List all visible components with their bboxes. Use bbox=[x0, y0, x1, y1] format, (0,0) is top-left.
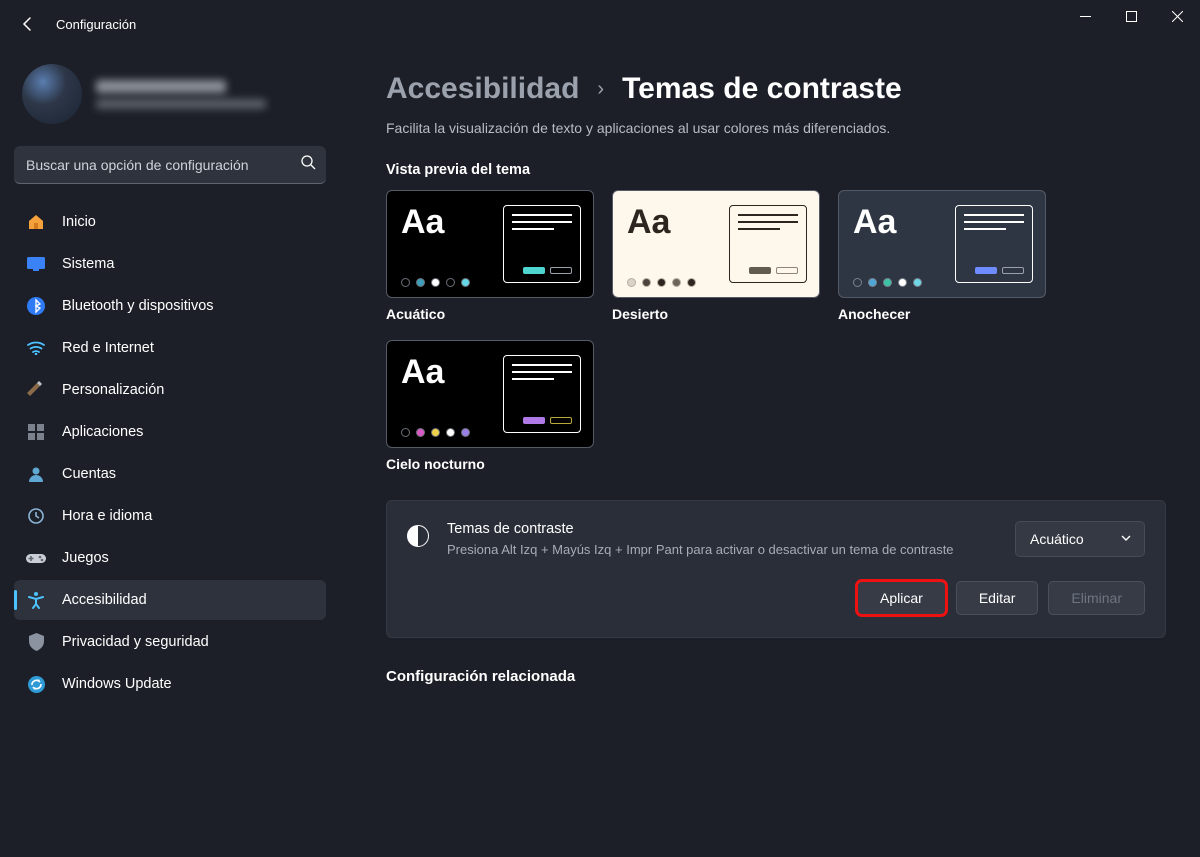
theme-2: Aa Anochecer bbox=[838, 190, 1046, 322]
app-title: Configuración bbox=[56, 17, 136, 32]
nav-item-net[interactable]: Red e Internet bbox=[14, 328, 326, 368]
theme-dropdown[interactable]: Acuático bbox=[1015, 521, 1145, 557]
preview-panel bbox=[729, 205, 807, 283]
avatar bbox=[22, 64, 82, 124]
nav-item-time[interactable]: Hora e idioma bbox=[14, 496, 326, 536]
nav-label: Personalización bbox=[62, 382, 164, 398]
maximize-button[interactable] bbox=[1108, 0, 1154, 32]
theme-preview[interactable]: Aa bbox=[612, 190, 820, 298]
priv-icon bbox=[26, 632, 46, 652]
preview-aa: Aa bbox=[853, 205, 945, 239]
search-icon bbox=[300, 154, 316, 175]
nav-label: Privacidad y seguridad bbox=[62, 634, 209, 650]
contrast-icon bbox=[407, 525, 429, 547]
profile-block[interactable] bbox=[14, 48, 326, 146]
net-icon bbox=[26, 338, 46, 358]
breadcrumb-parent[interactable]: Accesibilidad bbox=[386, 72, 579, 106]
a11y-icon bbox=[26, 590, 46, 610]
theme-label: Cielo nocturno bbox=[386, 456, 594, 472]
nav-item-bt[interactable]: Bluetooth y dispositivos bbox=[14, 286, 326, 326]
chevron-down-icon bbox=[1120, 531, 1132, 547]
nav-item-priv[interactable]: Privacidad y seguridad bbox=[14, 622, 326, 662]
nav-item-wu[interactable]: Windows Update bbox=[14, 664, 326, 704]
theme-preview[interactable]: Aa bbox=[386, 340, 594, 448]
profile-email bbox=[96, 99, 266, 109]
nav-item-acct[interactable]: Cuentas bbox=[14, 454, 326, 494]
pers-icon bbox=[26, 380, 46, 400]
theme-preview[interactable]: Aa bbox=[838, 190, 1046, 298]
nav-item-games[interactable]: Juegos bbox=[14, 538, 326, 578]
preview-aa: Aa bbox=[627, 205, 719, 239]
profile-name bbox=[96, 80, 226, 93]
chevron-right-icon: › bbox=[597, 78, 604, 101]
nav-label: Cuentas bbox=[62, 466, 116, 482]
preview-aa: Aa bbox=[401, 355, 493, 389]
search-input[interactable] bbox=[26, 157, 300, 173]
related-heading: Configuración relacionada bbox=[386, 668, 1166, 685]
back-button[interactable] bbox=[8, 4, 48, 44]
preview-panel bbox=[955, 205, 1033, 283]
nav-item-pers[interactable]: Personalización bbox=[14, 370, 326, 410]
theme-label: Anochecer bbox=[838, 306, 1046, 322]
card-subtitle: Presiona Alt Izq + Mayús Izq + Impr Pant… bbox=[447, 541, 967, 559]
page-description: Facilita la visualización de texto y apl… bbox=[386, 120, 1166, 136]
delete-button: Eliminar bbox=[1048, 581, 1145, 615]
nav-label: Accesibilidad bbox=[62, 592, 147, 608]
nav-item-system[interactable]: Sistema bbox=[14, 244, 326, 284]
search-box[interactable] bbox=[14, 146, 326, 184]
close-button[interactable] bbox=[1154, 0, 1200, 32]
minimize-button[interactable] bbox=[1062, 0, 1108, 32]
edit-button[interactable]: Editar bbox=[956, 581, 1039, 615]
nav-item-home[interactable]: Inicio bbox=[14, 202, 326, 242]
nav-label: Bluetooth y dispositivos bbox=[62, 298, 214, 314]
bt-icon bbox=[26, 296, 46, 316]
breadcrumb: Accesibilidad › Temas de contraste bbox=[386, 72, 1166, 106]
theme-preview[interactable]: Aa bbox=[386, 190, 594, 298]
apply-button[interactable]: Aplicar bbox=[857, 581, 946, 615]
preview-panel bbox=[503, 355, 581, 433]
theme-1: Aa Desierto bbox=[612, 190, 820, 322]
preview-dots bbox=[853, 278, 945, 287]
nav-label: Inicio bbox=[62, 214, 96, 230]
nav-item-apps[interactable]: Aplicaciones bbox=[14, 412, 326, 452]
apps-icon bbox=[26, 422, 46, 442]
time-icon bbox=[26, 506, 46, 526]
nav-label: Aplicaciones bbox=[62, 424, 143, 440]
contrast-card: Temas de contraste Presiona Alt Izq + Ma… bbox=[386, 500, 1166, 638]
nav-item-a11y[interactable]: Accesibilidad bbox=[14, 580, 326, 620]
preview-panel bbox=[503, 205, 581, 283]
nav-label: Windows Update bbox=[62, 676, 172, 692]
nav-label: Red e Internet bbox=[62, 340, 154, 356]
home-icon bbox=[26, 212, 46, 232]
preview-dots bbox=[401, 428, 493, 437]
games-icon bbox=[26, 548, 46, 568]
theme-3: Aa Cielo nocturno bbox=[386, 340, 594, 472]
dropdown-value: Acuático bbox=[1030, 531, 1084, 547]
theme-label: Acuático bbox=[386, 306, 594, 322]
preview-aa: Aa bbox=[401, 205, 493, 239]
nav-label: Juegos bbox=[62, 550, 109, 566]
card-title: Temas de contraste bbox=[447, 521, 997, 537]
nav-label: Sistema bbox=[62, 256, 114, 272]
preview-dots bbox=[627, 278, 719, 287]
acct-icon bbox=[26, 464, 46, 484]
theme-label: Desierto bbox=[612, 306, 820, 322]
nav-label: Hora e idioma bbox=[62, 508, 152, 524]
wu-icon bbox=[26, 674, 46, 694]
theme-0: Aa Acuático bbox=[386, 190, 594, 322]
breadcrumb-current: Temas de contraste bbox=[622, 72, 902, 106]
preview-heading: Vista previa del tema bbox=[386, 162, 1166, 178]
system-icon bbox=[26, 254, 46, 274]
preview-dots bbox=[401, 278, 493, 287]
